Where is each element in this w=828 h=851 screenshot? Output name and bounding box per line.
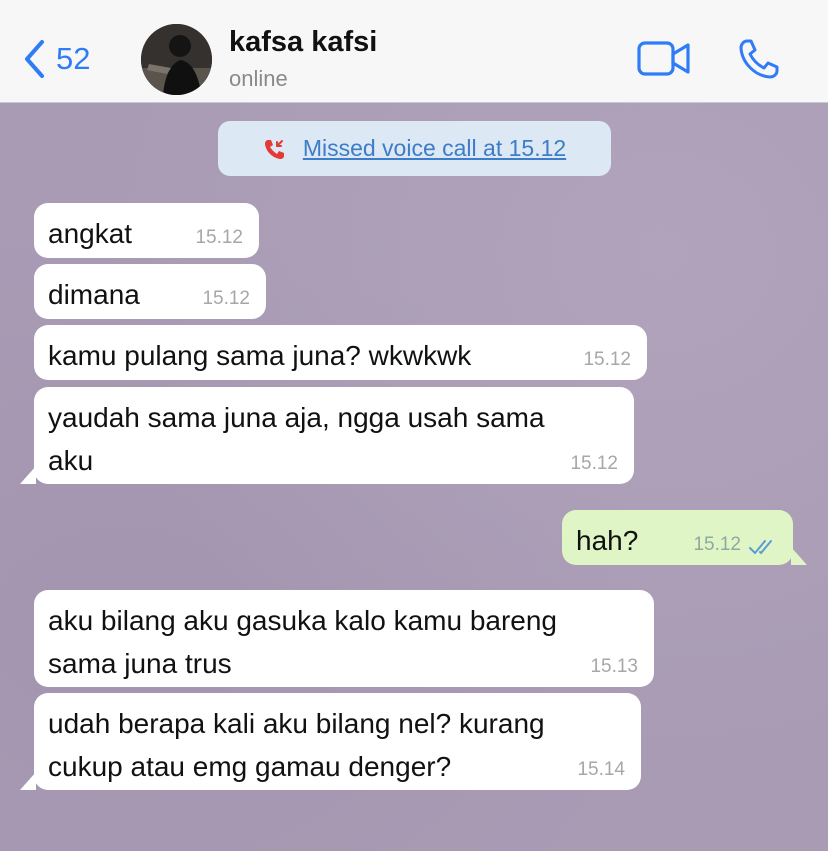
message-time: 15.12 bbox=[570, 453, 618, 474]
video-call-button[interactable] bbox=[637, 40, 691, 83]
message-text-line: aku bbox=[48, 445, 94, 476]
message-bubble-in[interactable]: yaudah sama juna aja, ngga usah sama aku… bbox=[20, 387, 634, 484]
message-time: 15.13 bbox=[590, 656, 638, 677]
contact-status: online bbox=[229, 66, 288, 91]
message-text-line: udah berapa kali aku bilang nel? kurang bbox=[48, 708, 545, 739]
message-time: 15.12 bbox=[202, 288, 250, 309]
message-text-line: yaudah sama juna aja, ngga usah sama bbox=[48, 402, 545, 433]
bubble-tail bbox=[20, 772, 36, 790]
message-time: 15.12 bbox=[583, 349, 631, 370]
missed-call-notice[interactable]: Missed voice call at 15.12 bbox=[218, 121, 611, 176]
back-button[interactable]: 52 bbox=[22, 36, 90, 82]
message-time: 15.12 bbox=[693, 534, 741, 555]
chat-area[interactable]: Missed voice call at 15.12 angkat 15.12 … bbox=[0, 103, 828, 851]
chat-header: 52 kafsa kafsi online bbox=[0, 0, 828, 103]
voice-call-button[interactable] bbox=[738, 38, 782, 85]
missed-call-icon bbox=[264, 139, 284, 159]
message-bubble-in[interactable]: aku bilang aku gasuka kalo kamu bareng s… bbox=[34, 590, 654, 687]
unread-count: 52 bbox=[56, 41, 91, 76]
message-text: hah? bbox=[576, 525, 639, 556]
message-bubble-in[interactable]: dimana 15.12 bbox=[34, 264, 266, 319]
avatar-image bbox=[141, 24, 212, 95]
message-bubble-in[interactable]: kamu pulang sama juna? wkwkwk 15.12 bbox=[34, 325, 647, 380]
message-text-line: sama juna trus bbox=[48, 648, 232, 679]
chevron-left-icon bbox=[25, 40, 44, 78]
missed-call-text: Missed voice call at 15.12 bbox=[302, 135, 567, 161]
phone-icon bbox=[739, 39, 779, 79]
contact-name[interactable]: kafsa kafsi bbox=[229, 26, 377, 59]
message-text-line: cukup atau emg gamau denger? bbox=[48, 751, 452, 782]
message-bubble-out[interactable]: hah? 15.12 bbox=[562, 510, 807, 565]
avatar[interactable] bbox=[141, 24, 212, 95]
message-time: 15.14 bbox=[577, 759, 625, 780]
video-camera-icon bbox=[637, 41, 690, 76]
message-text-line: aku bilang aku gasuka kalo kamu bareng bbox=[48, 605, 558, 636]
double-check-icon bbox=[749, 540, 772, 554]
message-text: kamu pulang sama juna? wkwkwk bbox=[48, 340, 472, 371]
bubble-tail bbox=[791, 547, 807, 565]
message-text: angkat bbox=[48, 218, 133, 249]
message-time: 15.12 bbox=[195, 227, 243, 248]
message-text: dimana bbox=[48, 279, 140, 310]
message-bubble-in[interactable]: angkat 15.12 bbox=[34, 203, 259, 258]
message-bubble-in[interactable]: udah berapa kali aku bilang nel? kurang … bbox=[20, 693, 641, 790]
bubble-tail bbox=[20, 466, 36, 484]
